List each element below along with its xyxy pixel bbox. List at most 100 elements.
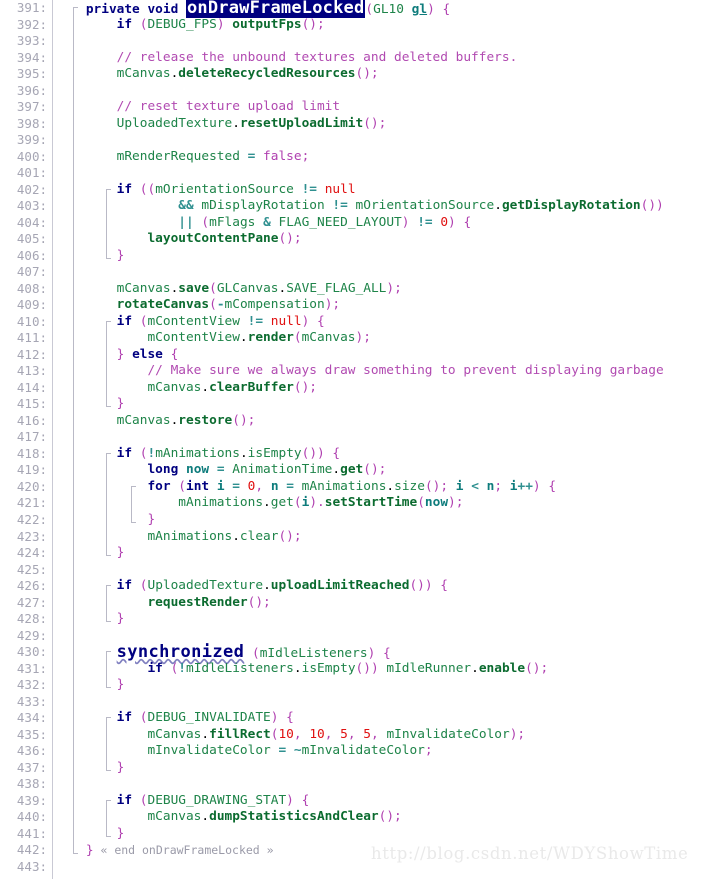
line-number-424[interactable]: 424: xyxy=(0,545,52,562)
line-number-394[interactable]: 394: xyxy=(0,50,52,67)
code-line[interactable]: if (!mIdleListeners.isEmpty()) mIdleRunn… xyxy=(53,661,705,678)
line-number-442[interactable]: 442: xyxy=(0,842,52,859)
line-number-391[interactable]: 391: xyxy=(0,0,52,17)
code-line[interactable]: synchronized (mIdleListeners) { xyxy=(53,644,705,662)
code-line[interactable]: || (mFlags & FLAG_NEED_LAYOUT) != 0) { xyxy=(53,215,705,232)
code-line[interactable]: && mDisplayRotation != mOrientationSourc… xyxy=(53,198,705,215)
code-line[interactable]: } else { xyxy=(53,347,705,364)
line-number-392[interactable]: 392: xyxy=(0,17,52,34)
line-number-437[interactable]: 437: xyxy=(0,760,52,777)
code-line[interactable]: mAnimations.get(i).setStartTime(now); xyxy=(53,495,705,512)
line-number-405[interactable]: 405: xyxy=(0,231,52,248)
code-line[interactable]: } xyxy=(53,611,705,628)
line-number-421[interactable]: 421: xyxy=(0,495,52,512)
line-number-410[interactable]: 410: xyxy=(0,314,52,331)
line-number-430[interactable]: 430: xyxy=(0,644,52,661)
code-line[interactable]: mCanvas.restore(); xyxy=(53,413,705,430)
code-line[interactable]: UploadedTexture.resetUploadLimit(); xyxy=(53,116,705,133)
line-number-440[interactable]: 440: xyxy=(0,809,52,826)
code-line[interactable]: requestRender(); xyxy=(53,595,705,612)
line-number-gutter[interactable]: 391: 392: 393: 394: 395: 396: 397: 398: 399: 400:… xyxy=(0,0,53,879)
code-line[interactable]: // reset texture upload limit xyxy=(53,99,705,116)
code-line[interactable]: if (DEBUG_FPS) outputFps(); xyxy=(53,17,705,34)
code-line[interactable]: if (DEBUG_DRAWING_STAT) { xyxy=(53,793,705,810)
code-line[interactable]: layoutContentPane(); xyxy=(53,231,705,248)
line-number-396[interactable]: 396: xyxy=(0,83,52,100)
code-line[interactable]: // release the unbound textures and dele… xyxy=(53,50,705,67)
line-number-397[interactable]: 397: xyxy=(0,99,52,116)
selected-identifier[interactable]: onDrawFrameLocked xyxy=(186,0,366,18)
code-line[interactable]: for (int i = 0, n = mAnimations.size(); … xyxy=(53,479,705,496)
line-number-406[interactable]: 406: xyxy=(0,248,52,265)
line-number-398[interactable]: 398: xyxy=(0,116,52,133)
line-number-409[interactable]: 409: xyxy=(0,297,52,314)
line-number-419[interactable]: 419: xyxy=(0,462,52,479)
code-line[interactable]: mCanvas.dumpStatisticsAndClear(); xyxy=(53,809,705,826)
line-number-438[interactable]: 438: xyxy=(0,776,52,793)
line-number-400[interactable]: 400: xyxy=(0,149,52,166)
code-line[interactable]: if (!mAnimations.isEmpty()) { xyxy=(53,446,705,463)
line-number-418[interactable]: 418: xyxy=(0,446,52,463)
line-number-429[interactable]: 429: xyxy=(0,628,52,645)
code-line[interactable] xyxy=(53,429,705,446)
code-line[interactable]: } xyxy=(53,396,705,413)
line-number-399[interactable]: 399: xyxy=(0,132,52,149)
code-line[interactable] xyxy=(53,33,705,50)
code-line[interactable]: rotateCanvas(-mCompensation); xyxy=(53,297,705,314)
line-number-414[interactable]: 414: xyxy=(0,380,52,397)
line-number-434[interactable]: 434: xyxy=(0,710,52,727)
line-number-436[interactable]: 436: xyxy=(0,743,52,760)
code-editor[interactable]: 391: 392: 393: 394: 395: 396: 397: 398: 399: 400:… xyxy=(0,0,705,879)
line-number-415[interactable]: 415: xyxy=(0,396,52,413)
code-line[interactable]: mCanvas.deleteRecycledResources(); xyxy=(53,66,705,83)
line-number-432[interactable]: 432: xyxy=(0,677,52,694)
code-line[interactable]: mRenderRequested = false; xyxy=(53,149,705,166)
line-number-425[interactable]: 425: xyxy=(0,562,52,579)
code-line[interactable]: mCanvas.fillRect(10, 10, 5, 5, mInvalida… xyxy=(53,727,705,744)
line-number-408[interactable]: 408: xyxy=(0,281,52,298)
code-line[interactable]: } xyxy=(53,760,705,777)
code-line[interactable]: if (mContentView != null) { xyxy=(53,314,705,331)
line-number-416[interactable]: 416: xyxy=(0,413,52,430)
line-number-413[interactable]: 413: xyxy=(0,363,52,380)
line-number-435[interactable]: 435: xyxy=(0,727,52,744)
line-number-412[interactable]: 412: xyxy=(0,347,52,364)
line-number-439[interactable]: 439: xyxy=(0,793,52,810)
line-number-426[interactable]: 426: xyxy=(0,578,52,595)
line-number-395[interactable]: 395: xyxy=(0,66,52,83)
code-line[interactable] xyxy=(53,83,705,100)
line-number-407[interactable]: 407: xyxy=(0,264,52,281)
code-line[interactable]: mAnimations.clear(); xyxy=(53,529,705,546)
line-number-402[interactable]: 402: xyxy=(0,182,52,199)
line-number-423[interactable]: 423: xyxy=(0,529,52,546)
code-line[interactable]: mContentView.render(mCanvas); xyxy=(53,330,705,347)
code-line[interactable] xyxy=(53,132,705,149)
code-line[interactable]: if (UploadedTexture.uploadLimitReached()… xyxy=(53,578,705,595)
line-number-401[interactable]: 401: xyxy=(0,165,52,182)
line-number-420[interactable]: 420: xyxy=(0,479,52,496)
code-line[interactable]: } xyxy=(53,545,705,562)
line-number-433[interactable]: 433: xyxy=(0,694,52,711)
line-number-404[interactable]: 404: xyxy=(0,215,52,232)
code-text-area[interactable]: private void onDrawFrameLocked(GL10 gl) … xyxy=(53,0,705,879)
code-line[interactable] xyxy=(53,165,705,182)
code-line[interactable]: if (DEBUG_INVALIDATE) { xyxy=(53,710,705,727)
line-number-411[interactable]: 411: xyxy=(0,330,52,347)
code-line[interactable]: mInvalidateColor = ~mInvalidateColor; xyxy=(53,743,705,760)
line-number-422[interactable]: 422: xyxy=(0,512,52,529)
code-line[interactable]: } xyxy=(53,826,705,843)
code-line[interactable]: mCanvas.clearBuffer(); xyxy=(53,380,705,397)
line-number-403[interactable]: 403: xyxy=(0,198,52,215)
code-line[interactable] xyxy=(53,776,705,793)
code-line[interactable]: // Make sure we always draw something to… xyxy=(53,363,705,380)
line-number-428[interactable]: 428: xyxy=(0,611,52,628)
code-line[interactable] xyxy=(53,264,705,281)
code-line[interactable]: } xyxy=(53,677,705,694)
line-number-427[interactable]: 427: xyxy=(0,595,52,612)
code-line[interactable]: } xyxy=(53,512,705,529)
line-number-431[interactable]: 431: xyxy=(0,661,52,678)
code-line[interactable] xyxy=(53,694,705,711)
line-number-393[interactable]: 393: xyxy=(0,33,52,50)
line-number-443[interactable]: 443: xyxy=(0,859,52,876)
code-line[interactable] xyxy=(53,562,705,579)
